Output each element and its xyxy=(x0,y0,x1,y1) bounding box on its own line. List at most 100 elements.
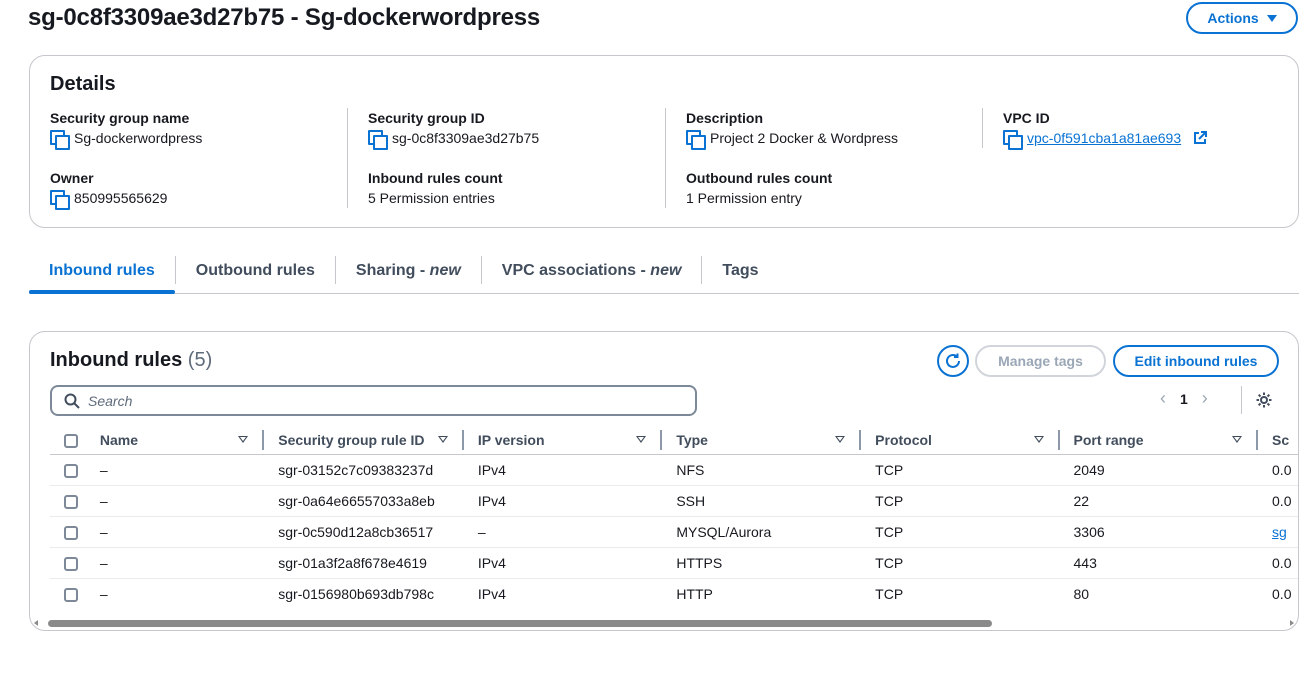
detail-security-group-name: Security group name Sg-dockerwordpress xyxy=(50,108,202,150)
table-row[interactable]: – sgr-0a64e66557033a8eb IPv4 SSH TCP 22 0.0 xyxy=(50,485,1298,517)
cell-value: – xyxy=(99,585,108,602)
detail-label: Outbound rules count xyxy=(686,170,833,186)
tab-label: Tags xyxy=(722,262,759,279)
row-select-cell xyxy=(50,454,86,486)
copy-icon[interactable] xyxy=(686,130,706,150)
select-all-checkbox[interactable] xyxy=(64,433,78,448)
refresh-button[interactable] xyxy=(937,345,969,377)
tab-label: Outbound rules xyxy=(195,262,315,279)
cell-value: 3306 xyxy=(1073,523,1105,540)
cell-protocol: TCP xyxy=(861,516,1060,548)
column-header-name[interactable]: Name xyxy=(85,426,265,455)
cell-value: sgr-0c590d12a8cb36517 xyxy=(278,523,434,540)
row-select-cell xyxy=(50,485,86,517)
cell-source: sg xyxy=(1258,516,1298,548)
actions-button[interactable]: Actions xyxy=(1186,2,1298,34)
tab-tags[interactable]: Tags xyxy=(702,252,778,292)
cell-name: – xyxy=(86,578,264,609)
tab-sharing[interactable]: Sharing - new xyxy=(336,252,481,292)
manage-tags-button[interactable]: Manage tags xyxy=(975,345,1106,377)
row-checkbox[interactable] xyxy=(64,587,78,602)
cell-value: sgr-0a64e66557033a8eb xyxy=(278,492,435,509)
tab-outbound-rules[interactable]: Outbound rules xyxy=(176,252,335,292)
scroll-right-arrow-icon[interactable] xyxy=(1290,620,1294,626)
cell-rule-id: sgr-0c590d12a8cb36517 xyxy=(264,516,464,548)
vpc-id-link[interactable]: vpc-0f591cba1a81ae693 xyxy=(1027,128,1181,148)
column-header-source[interactable]: Sc xyxy=(1258,426,1298,455)
cell-source: 0.0 xyxy=(1258,485,1298,517)
sort-caret-icon[interactable] xyxy=(1232,436,1243,444)
row-checkbox[interactable] xyxy=(64,463,78,478)
cell-value: 0.0 xyxy=(1272,492,1292,509)
tab-vpc-associations[interactable]: VPC associations - new xyxy=(482,252,702,292)
column-divider xyxy=(347,108,348,208)
column-label: IP version xyxy=(477,431,545,448)
settings-gear-icon[interactable] xyxy=(1255,391,1273,409)
column-header-ip-version[interactable]: IP version xyxy=(463,426,663,455)
copy-icon[interactable] xyxy=(1003,130,1023,150)
cell-ip-version: IPv4 xyxy=(464,578,662,609)
chevron-right-icon[interactable]: › xyxy=(1202,388,1208,409)
cell-ip-version: IPv4 xyxy=(463,547,663,579)
cell-protocol: TCP xyxy=(861,578,1059,609)
cell-value: 443 xyxy=(1073,554,1097,571)
cell-value: IPv4 xyxy=(477,554,506,571)
row-checkbox[interactable] xyxy=(64,556,78,571)
search-input[interactable] xyxy=(88,392,648,409)
cell-type: HTTPS xyxy=(662,547,862,579)
row-checkbox[interactable] xyxy=(64,525,78,540)
column-label: Type xyxy=(676,431,708,448)
row-select-cell xyxy=(50,547,86,579)
cell-port-range: 3306 xyxy=(1059,516,1259,548)
scroll-left-arrow-icon[interactable] xyxy=(34,620,38,626)
inbound-rules-title: Inbound rules (5) xyxy=(50,349,212,372)
page-number[interactable]: 1 xyxy=(1180,391,1188,407)
cell-value: TCP xyxy=(875,585,904,602)
sort-caret-icon[interactable] xyxy=(437,436,448,444)
sort-caret-icon[interactable] xyxy=(238,436,249,444)
dropdown-caret-icon xyxy=(1266,14,1277,22)
detail-security-group-id: Security group ID sg-0c8f3309ae3d27b75 xyxy=(368,108,539,150)
cell-name: – xyxy=(85,516,265,548)
scrollbar-thumb[interactable] xyxy=(48,620,992,627)
row-checkbox[interactable] xyxy=(64,494,78,509)
details-title: Details xyxy=(50,73,116,95)
copy-icon[interactable] xyxy=(50,190,70,210)
chevron-left-icon[interactable]: ‹ xyxy=(1160,388,1166,409)
column-header-rule-id[interactable]: Security group rule ID xyxy=(264,426,464,455)
sort-caret-icon[interactable] xyxy=(835,436,846,444)
cell-port-range: 2049 xyxy=(1059,454,1259,486)
cell-rule-id: sgr-0156980b693db798c xyxy=(264,578,464,609)
detail-label: Security group ID xyxy=(368,110,485,126)
cell-value: 80 xyxy=(1073,585,1090,602)
cell-value: MYSQL/Aurora xyxy=(676,523,772,540)
detail-value: 1 Permission entry xyxy=(686,190,802,206)
copy-icon[interactable] xyxy=(368,130,388,150)
cell-source: 0.0 xyxy=(1258,578,1298,609)
copy-icon[interactable] xyxy=(50,130,70,150)
table-row[interactable]: – sgr-03152c7c09383237d IPv4 NFS TCP 2049 0.0 xyxy=(50,454,1298,486)
cell-value: HTTP xyxy=(676,585,713,602)
detail-outbound-rules-count: Outbound rules count 1 Permission entry xyxy=(686,168,832,208)
column-header-port-range[interactable]: Port range xyxy=(1059,426,1259,455)
cell-port-range: 443 xyxy=(1059,547,1259,579)
table-row[interactable]: – sgr-0156980b693db798c IPv4 HTTP TCP 80 0.0 xyxy=(50,578,1298,609)
cell-value: NFS xyxy=(676,461,705,478)
cell-value[interactable]: sg xyxy=(1258,524,1287,540)
sort-caret-icon[interactable] xyxy=(636,436,647,444)
detail-value: 5 Permission entries xyxy=(368,190,495,206)
tab-inbound-rules[interactable]: Inbound rules xyxy=(29,252,175,294)
table-row[interactable]: – sgr-0c590d12a8cb36517 – MYSQL/Aurora TCP 33… xyxy=(50,516,1298,548)
detail-description: Description Project 2 Docker & Wordpress xyxy=(686,108,898,150)
cell-value: – xyxy=(99,461,108,478)
cell-value: 0.0 xyxy=(1272,554,1292,571)
horizontal-scrollbar[interactable] xyxy=(33,618,1295,628)
column-header-type[interactable]: Type xyxy=(662,426,862,455)
column-header-protocol[interactable]: Protocol xyxy=(861,426,1060,455)
sort-caret-icon[interactable] xyxy=(1033,436,1044,444)
cell-value: – xyxy=(99,554,108,571)
edit-inbound-rules-button[interactable]: Edit inbound rules xyxy=(1113,345,1279,377)
table-row[interactable]: – sgr-01a3f2a8f678e4619 IPv4 HTTPS TCP 443 0.0 xyxy=(50,547,1298,579)
search-field[interactable] xyxy=(50,385,697,416)
external-link-icon[interactable] xyxy=(1193,131,1208,145)
